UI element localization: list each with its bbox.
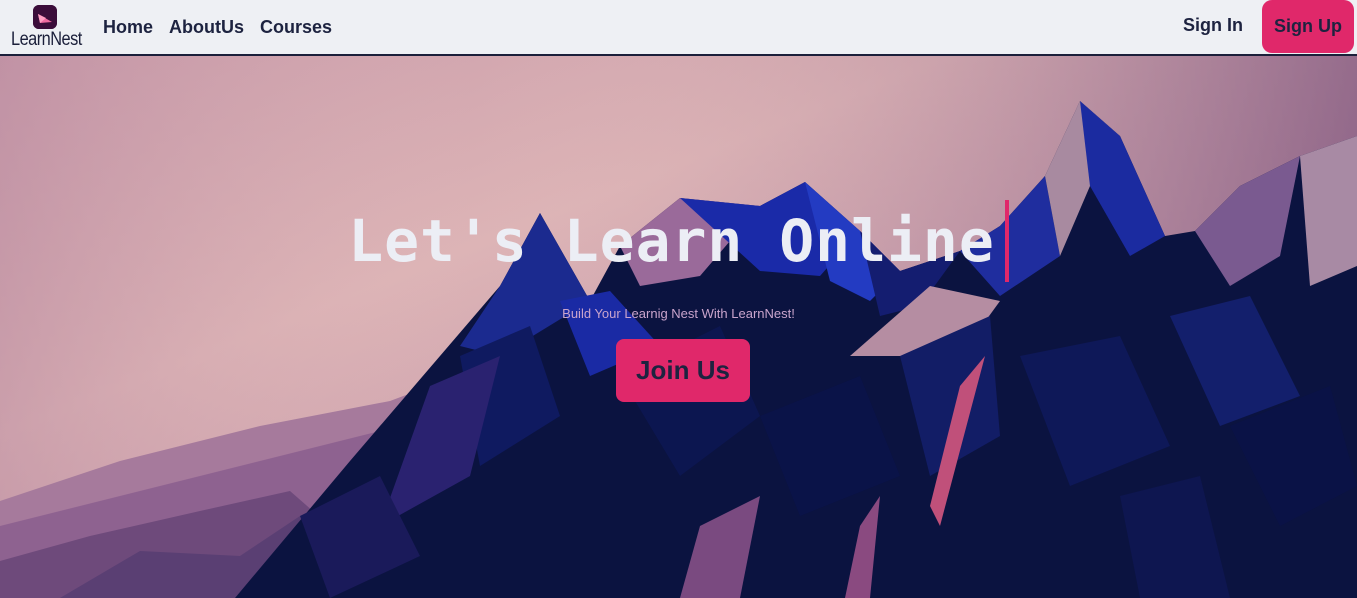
learnnest-logo-icon	[33, 5, 57, 29]
nav-link-aboutus[interactable]: AboutUs	[169, 17, 244, 38]
navbar: LearnNest Home AboutUs Courses Sign In S…	[0, 0, 1357, 56]
join-us-button[interactable]: Join Us	[616, 339, 750, 402]
signin-link[interactable]: Sign In	[1183, 15, 1243, 36]
mountain-background-image	[0, 56, 1357, 598]
hero-section: Let's Learn Online Build Your Learnig Ne…	[0, 56, 1357, 598]
nav-link-courses[interactable]: Courses	[260, 17, 332, 38]
hero-subtitle: Build Your Learnig Nest With LearnNest!	[562, 306, 795, 321]
nav-link-home[interactable]: Home	[103, 17, 153, 38]
hero-headline-wrap: Let's Learn Online	[0, 200, 1357, 282]
brand-logo-link[interactable]: LearnNest	[10, 4, 82, 52]
hero-headline: Let's Learn Online	[348, 200, 1009, 282]
nav-links: Home AboutUs Courses	[103, 0, 332, 54]
brand-name: LearnNest	[11, 29, 82, 50]
signup-button[interactable]: Sign Up	[1262, 0, 1354, 53]
